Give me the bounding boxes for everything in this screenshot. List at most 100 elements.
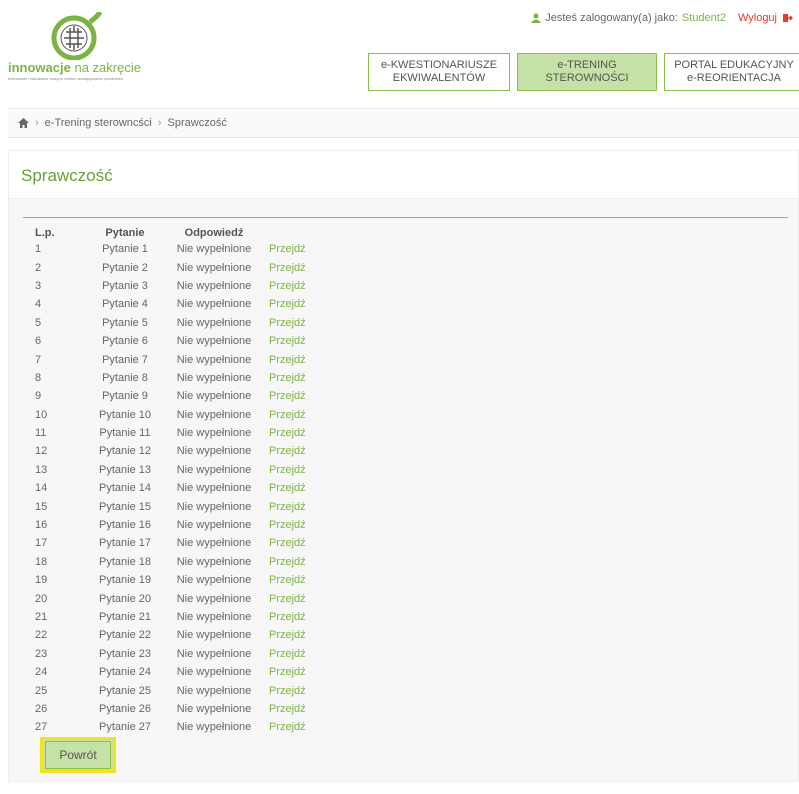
row-answer-status: Nie wypełnione: [176, 666, 252, 679]
nav-label-line1: e-KWESTIONARIUSZE: [380, 59, 498, 71]
row-question: Pytanie 20: [99, 592, 151, 605]
table-row: 1 Pytanie 1 Nie wypełnione Przejdź: [35, 240, 323, 258]
row-number: 19: [35, 574, 48, 587]
table-row: 27 Pytanie 27 Nie wypełnione Przejdź: [35, 718, 323, 736]
row-number: 12: [35, 445, 48, 458]
table-row: 24 Pytanie 24 Nie wypełnione Przejdź: [35, 663, 323, 681]
row-answer-status: Nie wypełnione: [176, 684, 252, 697]
row-goto-link[interactable]: Przejdź: [263, 608, 323, 626]
table-row: 25 Pytanie 25 Nie wypełnione Przejdź: [35, 681, 323, 699]
row-answer-status: Nie wypełnione: [176, 647, 252, 660]
row-goto-link[interactable]: Przejdź: [263, 663, 323, 681]
logo[interactable]: innowacje na zakręcie testowanie i wdraż…: [8, 10, 148, 88]
table-row: 26 Pytanie 26 Nie wypełnione Przejdź: [35, 700, 323, 718]
row-goto-link[interactable]: Przejdź: [263, 681, 323, 699]
row-question: Pytanie 10: [99, 408, 151, 421]
row-question: Pytanie 16: [99, 519, 151, 532]
row-answer-status: Nie wypełnione: [176, 574, 252, 587]
brain-maze-logo-icon: [51, 12, 102, 60]
logout-link[interactable]: Wyloguj: [738, 12, 777, 24]
row-goto-link[interactable]: Przejdź: [263, 479, 323, 497]
row-question: Pytanie 4: [102, 298, 148, 311]
row-goto-link[interactable]: Przejdź: [263, 314, 323, 332]
row-goto-link[interactable]: Przejdź: [263, 350, 323, 368]
column-header-action: [263, 226, 323, 240]
row-goto-link[interactable]: Przejdź: [263, 553, 323, 571]
back-button[interactable]: Powrót: [40, 737, 116, 773]
table-row: 7 Pytanie 7 Nie wypełnione Przejdź: [35, 350, 323, 368]
row-goto-link[interactable]: Przejdź: [263, 240, 323, 258]
row-goto-link[interactable]: Przejdź: [263, 461, 323, 479]
nav-label-line2: e-REORIENTACJA: [687, 72, 781, 84]
row-answer-status: Nie wypełnione: [176, 463, 252, 476]
table-row: 20 Pytanie 20 Nie wypełnione Przejdź: [35, 589, 323, 607]
table-row: 14 Pytanie 14 Nie wypełnione Przejdź: [35, 479, 323, 497]
row-number: 25: [35, 684, 48, 697]
row-answer-status: Nie wypełnione: [176, 335, 252, 348]
nav-e-trening[interactable]: e-TRENING STEROWNOŚCI: [517, 53, 657, 91]
row-goto-link[interactable]: Przejdź: [263, 424, 323, 442]
row-goto-link[interactable]: Przejdź: [263, 369, 323, 387]
row-answer-status: Nie wypełnione: [176, 298, 252, 311]
breadcrumb-item-e-trening[interactable]: e-Trening sterowncści: [45, 117, 152, 129]
nav-label-line2: STEROWNOŚCI: [545, 72, 629, 84]
row-number: 4: [35, 298, 42, 311]
row-goto-link[interactable]: Przejdź: [263, 406, 323, 424]
main-nav: e-KWESTIONARIUSZE EKWIWALENTÓW e-TRENING…: [368, 53, 799, 91]
row-goto-link[interactable]: Przejdź: [263, 387, 323, 405]
row-goto-link[interactable]: Przejdź: [263, 645, 323, 663]
row-number: 9: [35, 390, 42, 403]
row-question: Pytanie 6: [102, 335, 148, 348]
column-header-pytanie: Pytanie: [105, 227, 145, 239]
row-goto-link[interactable]: Przejdź: [263, 700, 323, 718]
row-number: 16: [35, 519, 48, 532]
panel-header: Sprawczość: [9, 151, 798, 199]
home-icon[interactable]: [18, 118, 29, 128]
row-number: 22: [35, 629, 48, 642]
row-question: Pytanie 11: [99, 427, 151, 440]
row-goto-link[interactable]: Przejdź: [263, 534, 323, 552]
row-goto-link[interactable]: Przejdź: [263, 718, 323, 736]
row-answer-status: Nie wypełnione: [176, 500, 252, 513]
row-goto-link[interactable]: Przejdź: [263, 442, 323, 460]
column-header-odpowiedz: Odpowiedź: [184, 227, 244, 239]
user-icon: [531, 13, 542, 23]
nav-e-kwestionariusze[interactable]: e-KWESTIONARIUSZE EKWIWALENTÓW: [368, 53, 510, 91]
nav-portal-edukacyjny[interactable]: PORTAL EDUKACYJNY e-REORIENTACJA: [664, 53, 799, 91]
breadcrumb-separator: ›: [157, 117, 162, 129]
row-answer-status: Nie wypełnione: [176, 279, 252, 292]
logout-icon[interactable]: [783, 13, 793, 23]
row-goto-link[interactable]: Przejdź: [263, 277, 323, 295]
row-number: 17: [35, 537, 48, 550]
row-number: 26: [35, 702, 48, 715]
logged-in-label: Jesteś zalogowany(a) jako:: [545, 12, 678, 24]
row-answer-status: Nie wypełnione: [176, 482, 252, 495]
row-number: 27: [35, 721, 48, 734]
row-goto-link[interactable]: Przejdź: [263, 497, 323, 515]
row-question: Pytanie 21: [99, 611, 151, 623]
row-number: 23: [35, 647, 48, 660]
row-goto-link[interactable]: Przejdź: [263, 626, 323, 644]
row-number: 2: [35, 261, 42, 274]
table-row: 3 Pytanie 3 Nie wypełnione Przejdź: [35, 277, 323, 295]
row-goto-link[interactable]: Przejdź: [263, 589, 323, 607]
username-link[interactable]: Student2: [682, 12, 726, 24]
row-answer-status: Nie wypełnione: [176, 555, 252, 568]
row-goto-link[interactable]: Przejdź: [263, 258, 323, 276]
breadcrumb-item-current: Sprawczość: [167, 117, 227, 129]
row-number: 24: [35, 666, 48, 679]
row-number: 13: [35, 463, 48, 476]
row-number: 11: [35, 427, 47, 440]
row-answer-status: Nie wypełnione: [176, 592, 252, 605]
row-number: 1: [35, 243, 42, 256]
table-row: 16 Pytanie 16 Nie wypełnione Przejdź: [35, 516, 323, 534]
row-question: Pytanie 25: [99, 684, 151, 697]
row-goto-link[interactable]: Przejdź: [263, 516, 323, 534]
row-question: Pytanie 13: [99, 463, 151, 476]
row-goto-link[interactable]: Przejdź: [263, 295, 323, 313]
row-question: Pytanie 2: [102, 261, 148, 274]
row-question: Pytanie 8: [102, 371, 148, 384]
row-goto-link[interactable]: Przejdź: [263, 332, 323, 350]
table-row: 8 Pytanie 8 Nie wypełnione Przejdź: [35, 369, 323, 387]
row-goto-link[interactable]: Przejdź: [263, 571, 323, 589]
